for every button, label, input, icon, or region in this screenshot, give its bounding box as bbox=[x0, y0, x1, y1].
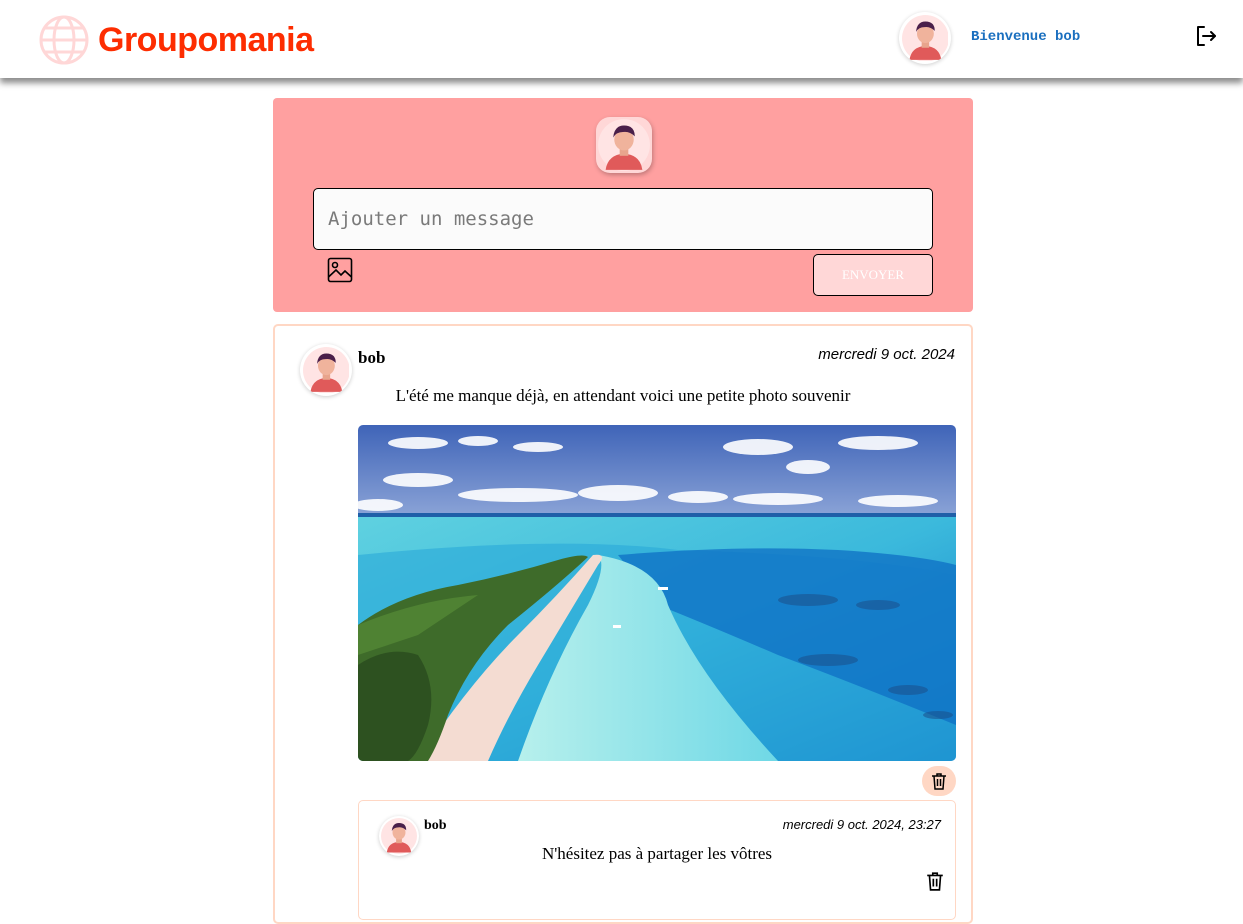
post-photo[interactable] bbox=[358, 425, 956, 761]
post-author: bob bbox=[358, 348, 386, 367]
trash-icon[interactable] bbox=[926, 871, 944, 891]
trash-icon bbox=[932, 773, 946, 790]
send-button[interactable]: ENVOYER bbox=[813, 254, 933, 296]
image-icon[interactable] bbox=[327, 257, 353, 283]
brand-name: Groupomania bbox=[98, 20, 314, 59]
delete-post-button[interactable] bbox=[922, 766, 956, 796]
comment-author: bob bbox=[424, 818, 447, 833]
welcome-message: Bienvenue bob bbox=[971, 29, 1081, 45]
post-text: L'été me manque déjà, en attendant voici… bbox=[395, 386, 851, 405]
comment-text: N'hésitez pas à partager les vôtres bbox=[541, 844, 773, 863]
post-card: bob mercredi 9 oct. 2024 L'été me manque… bbox=[273, 324, 973, 924]
brand-logo[interactable]: Groupomania bbox=[38, 14, 314, 66]
user-avatar[interactable] bbox=[899, 12, 951, 64]
user-avatar-icon bbox=[901, 14, 949, 62]
new-post-form: ENVOYER bbox=[273, 98, 973, 312]
globe-icon bbox=[39, 15, 89, 65]
comment-date: mercredi 9 oct. 2024, 23:27 bbox=[782, 817, 941, 832]
message-input[interactable] bbox=[313, 188, 933, 250]
composer-avatar bbox=[596, 117, 652, 173]
beach-photo bbox=[358, 425, 956, 761]
user-avatar-icon bbox=[598, 119, 650, 171]
post-date: mercredi 9 oct. 2024 bbox=[818, 346, 955, 363]
comment-card: bob mercredi 9 oct. 2024, 23:27 N'hésite… bbox=[358, 800, 956, 920]
top-header: Groupomania Bienvenue bob bbox=[0, 0, 1243, 78]
logout-icon[interactable] bbox=[1194, 24, 1218, 48]
